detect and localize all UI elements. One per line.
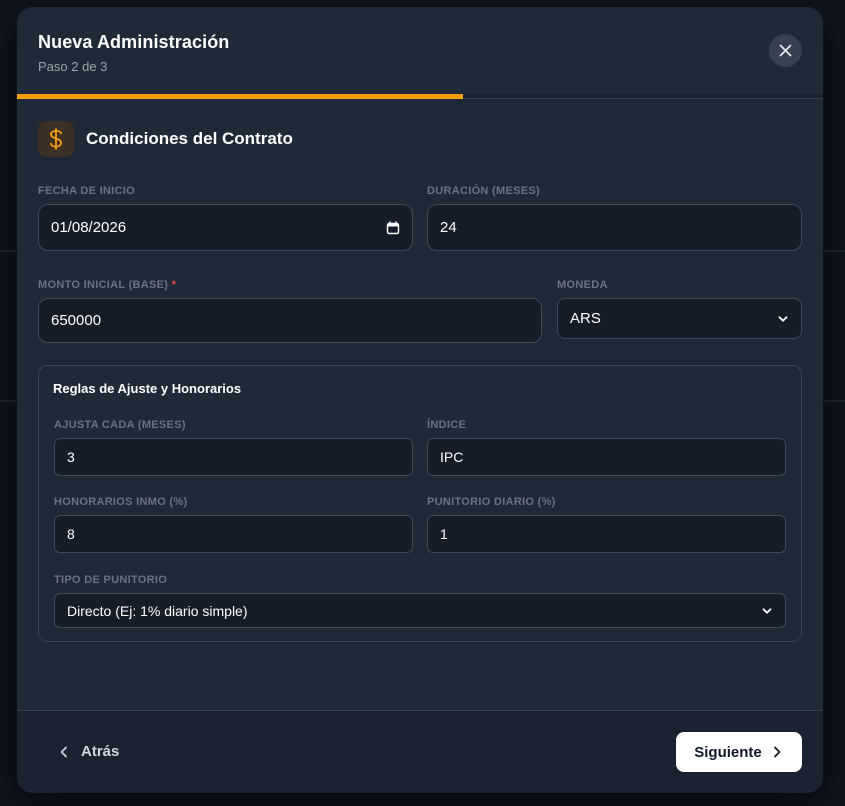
daily-penalty-label: PUNITORIO DIARIO (%): [427, 496, 556, 508]
currency-value: ARS: [570, 310, 601, 327]
daily-penalty-input[interactable]: 1: [427, 515, 786, 553]
duration-value: 24: [440, 219, 457, 236]
modal-title: Nueva Administración: [38, 32, 230, 52]
daily-penalty-value: 1: [440, 526, 448, 542]
currency-label: MONEDA: [557, 279, 608, 291]
adjust-every-input[interactable]: 3: [54, 438, 413, 476]
amount-label-text: MONTO INICIAL (BASE): [38, 279, 169, 291]
penalty-type-select[interactable]: Directo (Ej: 1% diario simple): [54, 593, 786, 628]
progress-fill: [17, 94, 464, 99]
modal-header: Nueva Administración Paso 2 de 3: [17, 7, 823, 94]
chevron-right-icon: [773, 746, 781, 758]
dollar-icon: [50, 128, 62, 150]
fees-value: 8: [67, 526, 75, 542]
fees-label: HONORARIOS INMO (%): [54, 496, 188, 508]
currency-select[interactable]: ARS: [557, 298, 802, 339]
chevron-down-icon: [762, 607, 772, 614]
section-header: Condiciones del Contrato: [38, 121, 293, 157]
start-date-input[interactable]: 01/08/2026: [38, 204, 413, 251]
close-icon: [779, 44, 792, 57]
next-button[interactable]: Siguiente: [676, 732, 802, 772]
progress-bar: [17, 94, 823, 99]
amount-label: MONTO INICIAL (BASE) *: [38, 279, 176, 291]
close-button[interactable]: [769, 34, 802, 67]
backdrop-line: [823, 400, 845, 402]
backdrop-line: [0, 250, 17, 252]
modal-dialog: Nueva Administración Paso 2 de 3 Condici…: [17, 7, 823, 793]
penalty-type-label: TIPO DE PUNITORIO: [54, 574, 168, 586]
fees-input[interactable]: 8: [54, 515, 413, 553]
next-button-label: Siguiente: [694, 743, 762, 761]
index-input[interactable]: IPC: [427, 438, 786, 476]
back-button-label: Atrás: [81, 743, 120, 760]
back-button[interactable]: Atrás: [57, 743, 119, 760]
rules-title: Reglas de Ajuste y Honorarios: [53, 381, 242, 396]
section-title: Condiciones del Contrato: [86, 129, 293, 148]
backdrop-line: [0, 400, 17, 402]
amount-value: 650000: [51, 312, 102, 329]
duration-input[interactable]: 24: [427, 204, 802, 251]
start-date-value: 01/08/2026: [51, 219, 127, 236]
index-label: ÍNDICE: [427, 419, 467, 431]
start-date-label: FECHA DE INICIO: [38, 185, 135, 197]
chevron-down-icon: [778, 315, 788, 322]
required-mark: *: [171, 279, 177, 291]
section-icon-box: [38, 121, 74, 157]
duration-label: DURACIÓN (MESES): [427, 185, 540, 197]
amount-input[interactable]: 650000: [38, 298, 542, 343]
adjust-every-value: 3: [67, 449, 75, 465]
index-value: IPC: [440, 449, 464, 465]
adjust-every-label: AJUSTA CADA (MESES): [54, 419, 186, 431]
backdrop-line: [823, 250, 845, 252]
chevron-left-icon: [60, 746, 67, 757]
calendar-icon[interactable]: [386, 220, 400, 235]
penalty-type-value: Directo (Ej: 1% diario simple): [67, 602, 248, 619]
step-indicator: Paso 2 de 3: [38, 59, 108, 74]
